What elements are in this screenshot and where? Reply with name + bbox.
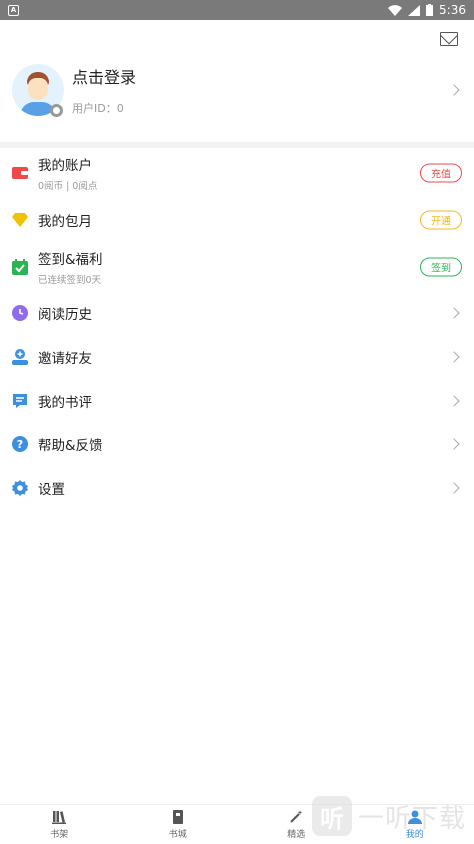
chevron-right-icon <box>448 351 460 363</box>
user-id-label: 用户ID：0 <box>72 102 124 115</box>
calendar-check-icon <box>12 258 28 275</box>
menu-item-monthly[interactable]: 我的包月 开通 <box>0 198 474 242</box>
menu-item-account[interactable]: 我的账户 0阅币 | 0阅点 充值 <box>0 148 474 198</box>
watermark-text: 一听下载 <box>357 803 466 834</box>
menu-item-checkin[interactable]: 签到&福利 已连续签到0天 签到 <box>0 242 474 292</box>
menu-label: 我的账户 <box>38 158 92 174</box>
avatar-status-icon <box>50 104 63 117</box>
subscribe-button[interactable]: 开通 <box>420 210 462 230</box>
top-bar <box>0 20 474 58</box>
add-user-icon <box>12 348 28 365</box>
mail-icon[interactable] <box>440 32 458 46</box>
menu-sublabel: 已连续签到0天 <box>38 274 102 286</box>
wifi-icon <box>388 4 403 16</box>
profile-login-row[interactable]: 点击登录 用户ID：0 <box>0 58 474 122</box>
tab-label: 书城 <box>168 829 187 840</box>
tab-bookstore[interactable]: 书城 <box>119 805 238 844</box>
chevron-right-icon <box>448 84 460 96</box>
recharge-button[interactable]: 充值 <box>420 163 462 183</box>
bookshelf-icon <box>52 810 67 824</box>
menu-label: 设置 <box>38 481 65 498</box>
status-time: 5:36 <box>439 3 466 17</box>
login-label[interactable]: 点击登录 <box>72 64 136 88</box>
chevron-right-icon <box>448 394 460 407</box>
watermark: 听 一听下载 <box>311 796 466 836</box>
chevron-right-icon <box>448 482 460 494</box>
chevron-right-icon <box>448 438 460 450</box>
clock-icon <box>12 305 28 322</box>
bookstore-icon <box>172 809 183 824</box>
help-icon: ? <box>12 436 28 453</box>
menu-label: 我的书评 <box>38 394 92 411</box>
status-bar: A 5:36 <box>0 0 474 20</box>
checkin-button[interactable]: 签到 <box>420 257 462 277</box>
wallet-icon <box>12 165 28 181</box>
menu-label: 签到&福利 <box>38 251 103 268</box>
menu-sublabel: 0阅币 | 0阅点 <box>38 181 98 192</box>
tab-label: 精选 <box>287 829 306 840</box>
menu-item-settings[interactable]: 设置 <box>0 466 474 510</box>
diamond-icon <box>12 212 28 228</box>
signal-icon <box>408 4 421 16</box>
menu-item-invite[interactable]: 邀请好友 <box>0 335 474 379</box>
menu-item-reviews[interactable]: 我的书评 <box>0 379 474 423</box>
comment-icon <box>12 393 28 409</box>
app-notification-icon: A <box>8 4 19 16</box>
tab-bookshelf[interactable]: 书架 <box>0 805 119 844</box>
menu-list: 我的账户 0阅币 | 0阅点 充值 我的包月 开通 签到&福利 已连续签到0天 … <box>0 148 474 510</box>
menu-label: 阅读历史 <box>38 307 92 324</box>
menu-label: 帮助&反馈 <box>38 438 103 455</box>
menu-item-history[interactable]: 阅读历史 <box>0 292 474 336</box>
watermark-logo: 听 <box>311 796 352 836</box>
menu-item-help[interactable]: ? 帮助&反馈 <box>0 422 474 466</box>
menu-label: 我的包月 <box>38 213 92 230</box>
gear-icon <box>12 479 28 496</box>
battery-icon <box>426 4 434 16</box>
magic-wand-icon <box>290 809 303 823</box>
chevron-right-icon <box>448 307 460 320</box>
menu-label: 邀请好友 <box>38 350 92 367</box>
tab-label: 书架 <box>50 829 69 840</box>
svg-text:?: ? <box>17 438 23 451</box>
